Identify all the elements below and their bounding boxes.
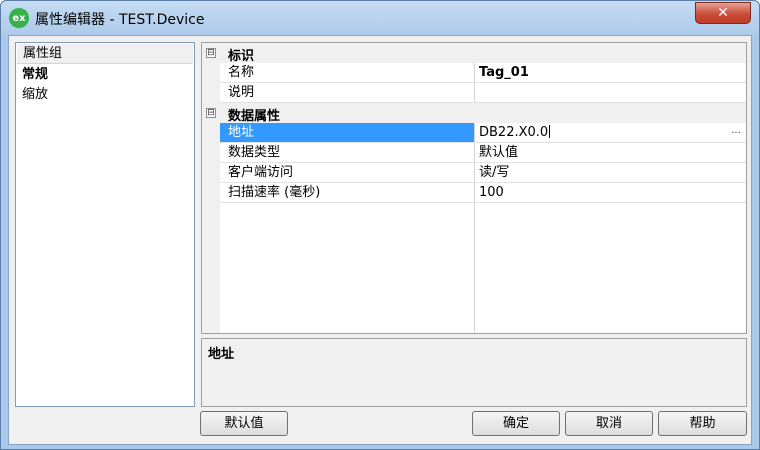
category-identity[interactable]: ⊟ 标识 bbox=[202, 43, 746, 64]
close-button[interactable]: ✕ bbox=[695, 2, 751, 24]
property-value-tag-name[interactable]: Tag_01 bbox=[475, 63, 746, 82]
property-row-scan-rate[interactable]: 扫描速率 (毫秒) 100 bbox=[220, 183, 746, 203]
collapse-icon[interactable]: ⊟ bbox=[206, 48, 216, 58]
category-label: 标识 bbox=[228, 49, 255, 64]
app-logo-icon: ex bbox=[9, 8, 29, 28]
address-value: DB22.X0.0 bbox=[479, 125, 549, 140]
category-data-properties[interactable]: ⊟ 数据属性 bbox=[202, 103, 746, 124]
default-button[interactable]: 默认值 bbox=[200, 411, 288, 436]
property-value-client-access[interactable]: 读/写 bbox=[475, 163, 746, 182]
property-name: 说明 bbox=[228, 85, 255, 100]
property-name: 名称 bbox=[228, 65, 255, 80]
description-title: 地址 bbox=[208, 347, 235, 362]
property-name: 数据类型 bbox=[228, 145, 281, 160]
window-title: 属性编辑器 - TEST.Device bbox=[35, 12, 205, 28]
property-group-header: 属性组 bbox=[17, 44, 193, 64]
text-caret bbox=[549, 125, 551, 138]
collapse-icon[interactable]: ⊟ bbox=[206, 108, 216, 118]
property-value-description[interactable] bbox=[475, 83, 746, 102]
grid-gutter bbox=[202, 43, 220, 333]
group-item-scaling[interactable]: 缩放 bbox=[22, 85, 48, 105]
property-editor-window: ex 属性编辑器 - TEST.Device ✕ 属性组 常规 缩放 ⊟ 标识 … bbox=[0, 0, 760, 450]
property-group-list[interactable]: 属性组 常规 缩放 bbox=[15, 42, 195, 407]
cancel-button[interactable]: 取消 bbox=[565, 411, 653, 436]
address-input[interactable]: DB22.X0.0 bbox=[475, 123, 746, 142]
property-name-selected: 地址 bbox=[220, 123, 474, 142]
title-bar[interactable]: ex 属性编辑器 - TEST.Device ✕ bbox=[1, 1, 759, 35]
property-grid: ⊟ 标识 名称 Tag_01 说明 ⊟ 数据属性 地址 DB22.X0.0 ..… bbox=[201, 42, 747, 334]
dialog-body: 属性组 常规 缩放 ⊟ 标识 名称 Tag_01 说明 ⊟ 数据属性 地址 DB… bbox=[8, 35, 752, 445]
property-row-description[interactable]: 说明 bbox=[220, 83, 746, 103]
property-row-client-access[interactable]: 客户端访问 读/写 bbox=[220, 163, 746, 183]
browse-address-button[interactable]: ... bbox=[728, 125, 744, 140]
group-item-general[interactable]: 常规 bbox=[22, 65, 48, 85]
property-name: 扫描速率 (毫秒) bbox=[228, 185, 321, 200]
category-label: 数据属性 bbox=[228, 109, 281, 124]
property-name: 客户端访问 bbox=[228, 165, 294, 180]
property-row-address[interactable]: 地址 DB22.X0.0 ... bbox=[220, 123, 746, 143]
description-panel: 地址 bbox=[201, 338, 747, 407]
property-row-name[interactable]: 名称 Tag_01 bbox=[220, 63, 746, 83]
help-button[interactable]: 帮助 bbox=[658, 411, 747, 436]
ok-button[interactable]: 确定 bbox=[472, 411, 560, 436]
property-value-data-type[interactable]: 默认值 bbox=[475, 143, 746, 162]
property-value-scan-rate[interactable]: 100 bbox=[475, 183, 746, 202]
property-row-data-type[interactable]: 数据类型 默认值 bbox=[220, 143, 746, 163]
